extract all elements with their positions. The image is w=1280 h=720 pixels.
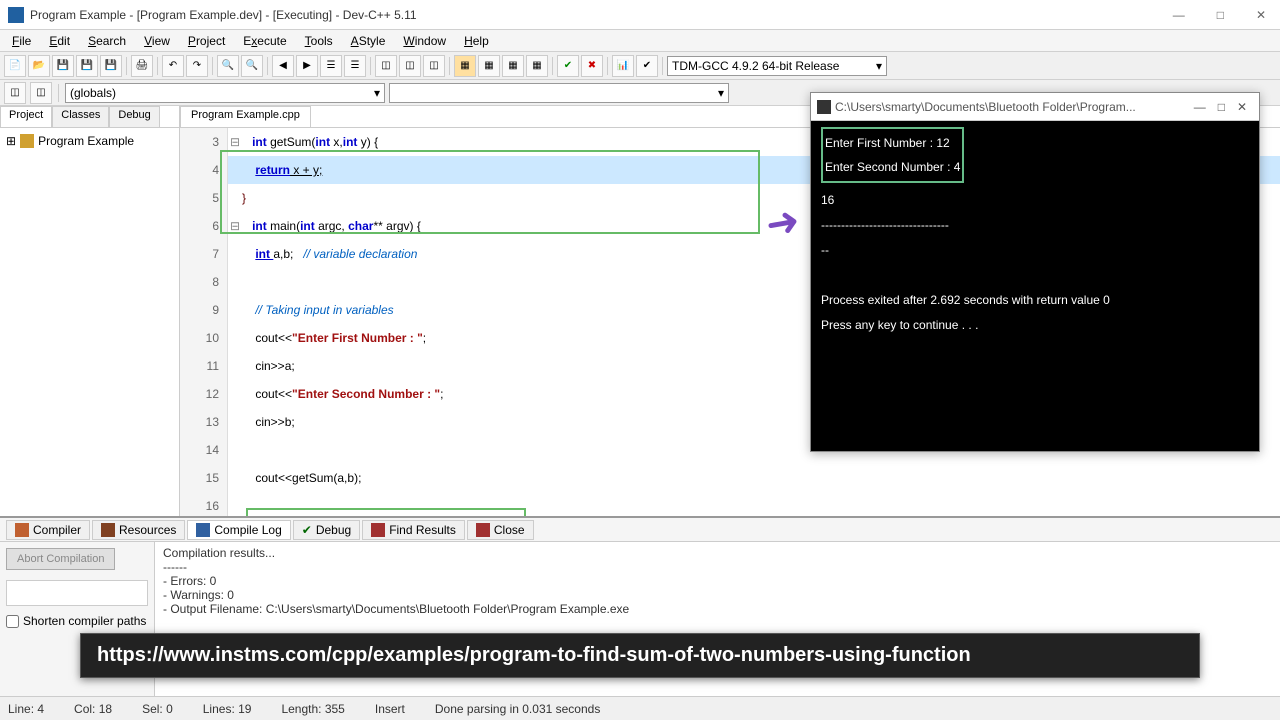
find-results-icon: [371, 523, 385, 537]
replace-icon[interactable]: 🔍: [241, 55, 263, 77]
status-col: Col: 18: [74, 702, 112, 716]
new-file-icon[interactable]: 📄: [4, 55, 26, 77]
menu-execute[interactable]: Execute: [235, 32, 294, 50]
tab-find-results[interactable]: Find Results: [362, 520, 465, 540]
forward-icon[interactable]: ▶: [296, 55, 318, 77]
close-button[interactable]: ✕: [1250, 8, 1272, 22]
abort-compilation-button[interactable]: Abort Compilation: [6, 548, 115, 570]
window-titlebar: Program Example - [Program Example.dev] …: [0, 0, 1280, 30]
check-icon: ✔: [302, 523, 312, 537]
globals-select[interactable]: (globals) ▾: [65, 83, 385, 103]
open-icon[interactable]: 📂: [28, 55, 50, 77]
tab-compiler[interactable]: Compiler: [6, 520, 90, 540]
syntax-check-icon[interactable]: ✔: [557, 55, 579, 77]
bookmark-icon[interactable]: ☰: [344, 55, 366, 77]
compile-icon[interactable]: ▦: [454, 55, 476, 77]
goto-icon[interactable]: ☰: [320, 55, 342, 77]
save-all-icon[interactable]: 💾: [76, 55, 98, 77]
project-icon: [20, 134, 34, 148]
console-window: C:\Users\smarty\Documents\Bluetooth Fold…: [810, 92, 1260, 452]
insert-icon[interactable]: ◫: [375, 55, 397, 77]
chevron-down-icon: ▾: [718, 86, 724, 100]
tab-classes[interactable]: Classes: [52, 106, 109, 127]
log-icon: [196, 523, 210, 537]
sidebar: Project Classes Debug ⊞ Program Example: [0, 106, 180, 516]
resources-icon: [101, 523, 115, 537]
status-length: Length: 355: [281, 702, 344, 716]
tab-compile-log[interactable]: Compile Log: [187, 520, 290, 540]
menu-astyle[interactable]: AStyle: [343, 32, 394, 50]
print-icon[interactable]: 🖨: [131, 55, 153, 77]
shorten-label: Shorten compiler paths: [23, 614, 146, 628]
status-parse: Done parsing in 0.031 seconds: [435, 702, 600, 716]
tab-debug-bottom[interactable]: ✔Debug: [293, 520, 360, 540]
console-close-button[interactable]: ✕: [1231, 100, 1253, 114]
menu-window[interactable]: Window: [395, 32, 454, 50]
menu-edit[interactable]: Edit: [41, 32, 78, 50]
run-icon[interactable]: ▦: [478, 55, 500, 77]
members-select[interactable]: ▾: [389, 83, 729, 103]
compiler-select-value: TDM-GCC 4.9.2 64-bit Release: [672, 59, 839, 73]
app-icon: [8, 7, 24, 23]
status-lines: Lines: 19: [203, 702, 252, 716]
console-output[interactable]: Enter First Number : 12 Enter Second Num…: [811, 121, 1259, 451]
editor-tab[interactable]: Program Example.cpp: [180, 106, 311, 127]
find-icon[interactable]: 🔍: [217, 55, 239, 77]
goto-bm-icon[interactable]: ◫: [423, 55, 445, 77]
project-tree-item[interactable]: ⊞ Program Example: [6, 134, 173, 148]
menu-project[interactable]: Project: [180, 32, 233, 50]
debug-icon[interactable]: ✔: [636, 55, 658, 77]
menu-view[interactable]: View: [136, 32, 178, 50]
shorten-paths-checkbox[interactable]: Shorten compiler paths: [6, 614, 148, 628]
url-banner: https://www.instms.com/cpp/examples/prog…: [80, 633, 1200, 678]
expand-icon[interactable]: ⊞: [6, 134, 16, 148]
profile-icon[interactable]: 📊: [612, 55, 634, 77]
clean-icon[interactable]: ✖: [581, 55, 603, 77]
maximize-button[interactable]: □: [1211, 8, 1230, 22]
chevron-down-icon: ▾: [374, 86, 380, 100]
toggle-icon[interactable]: ◫: [399, 55, 421, 77]
save-icon[interactable]: 💾: [52, 55, 74, 77]
main-toolbar: 📄 📂 💾 💾 💾 🖨 ↶ ↷ 🔍 🔍 ◀ ▶ ☰ ☰ ◫ ◫ ◫ ▦ ▦ ▦ …: [0, 52, 1280, 80]
new-project-icon[interactable]: ◫: [30, 82, 52, 104]
console-maximize-button[interactable]: □: [1212, 100, 1231, 114]
window-title: Program Example - [Program Example.dev] …: [30, 8, 1167, 22]
save-as-icon[interactable]: 💾: [100, 55, 122, 77]
globals-select-value: (globals): [70, 86, 116, 100]
statusbar: Line: 4 Col: 18 Sel: 0 Lines: 19 Length:…: [0, 696, 1280, 720]
compiler-icon: [15, 523, 29, 537]
minimize-button[interactable]: —: [1167, 8, 1191, 22]
chevron-down-icon: ▾: [876, 59, 882, 73]
tab-debug[interactable]: Debug: [109, 106, 159, 127]
console-title: C:\Users\smarty\Documents\Bluetooth Fold…: [835, 100, 1188, 114]
menu-file[interactable]: File: [4, 32, 39, 50]
menubar: File Edit Search View Project Execute To…: [0, 30, 1280, 52]
menu-search[interactable]: Search: [80, 32, 134, 50]
shorten-checkbox-input[interactable]: [6, 615, 19, 628]
redo-icon[interactable]: ↷: [186, 55, 208, 77]
rebuild-icon[interactable]: ▦: [526, 55, 548, 77]
project-name-label: Program Example: [38, 134, 134, 148]
back-icon[interactable]: ◀: [272, 55, 294, 77]
status-insert: Insert: [375, 702, 405, 716]
menu-tools[interactable]: Tools: [297, 32, 341, 50]
close-panel-icon: [476, 523, 490, 537]
menu-help[interactable]: Help: [456, 32, 497, 50]
compiler-select[interactable]: TDM-GCC 4.9.2 64-bit Release ▾: [667, 56, 887, 76]
filter-input[interactable]: [6, 580, 148, 606]
tab-close[interactable]: Close: [467, 520, 534, 540]
console-minimize-button[interactable]: —: [1188, 100, 1212, 114]
console-icon: [817, 100, 831, 114]
compile-run-icon[interactable]: ▦: [502, 55, 524, 77]
new-class-icon[interactable]: ◫: [4, 82, 26, 104]
tab-project[interactable]: Project: [0, 106, 52, 127]
tab-resources[interactable]: Resources: [92, 520, 185, 540]
status-line: Line: 4: [8, 702, 44, 716]
undo-icon[interactable]: ↶: [162, 55, 184, 77]
status-sel: Sel: 0: [142, 702, 173, 716]
